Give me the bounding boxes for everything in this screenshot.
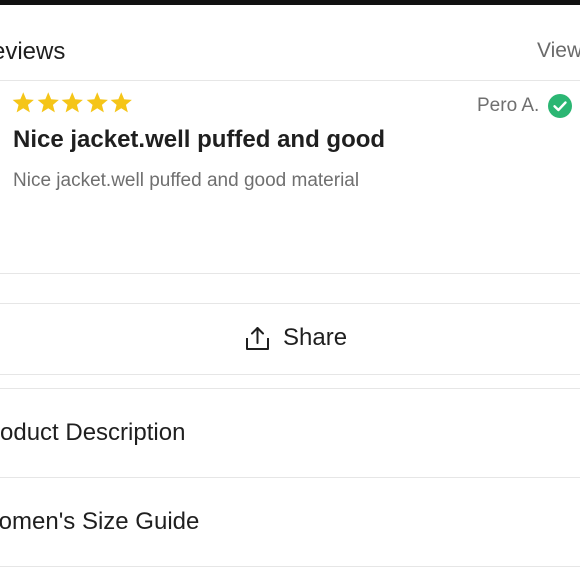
reviewer: Pero A.	[477, 94, 573, 118]
reviews-title: eviews	[0, 38, 66, 65]
star-icon	[110, 92, 132, 113]
reviews-header: eviews View	[0, 22, 580, 81]
view-all-reviews-link[interactable]: View	[537, 39, 580, 63]
review-card: Pero A. Nice jacket.well puffed and good…	[0, 81, 580, 274]
share-icon	[244, 325, 271, 352]
star-icon	[12, 92, 34, 113]
review-title: Nice jacket.well puffed and good	[13, 126, 386, 153]
top-edge-bar	[0, 0, 580, 5]
star-rating	[11, 91, 134, 119]
reviewer-name: Pero A.	[477, 95, 540, 116]
review-body: Nice jacket.well puffed and good materia…	[13, 170, 360, 191]
size-guide-label: /omen's Size Guide	[0, 508, 200, 535]
verified-check-icon	[548, 94, 573, 118]
product-description-section[interactable]: roduct Description	[0, 389, 580, 478]
product-description-label: roduct Description	[0, 419, 186, 446]
share-label: Share	[283, 324, 348, 351]
star-icon	[61, 92, 83, 113]
star-icon	[37, 92, 59, 113]
size-guide-section[interactable]: /omen's Size Guide	[0, 478, 580, 567]
star-icon	[86, 92, 108, 113]
share-button[interactable]: Share	[0, 303, 580, 375]
